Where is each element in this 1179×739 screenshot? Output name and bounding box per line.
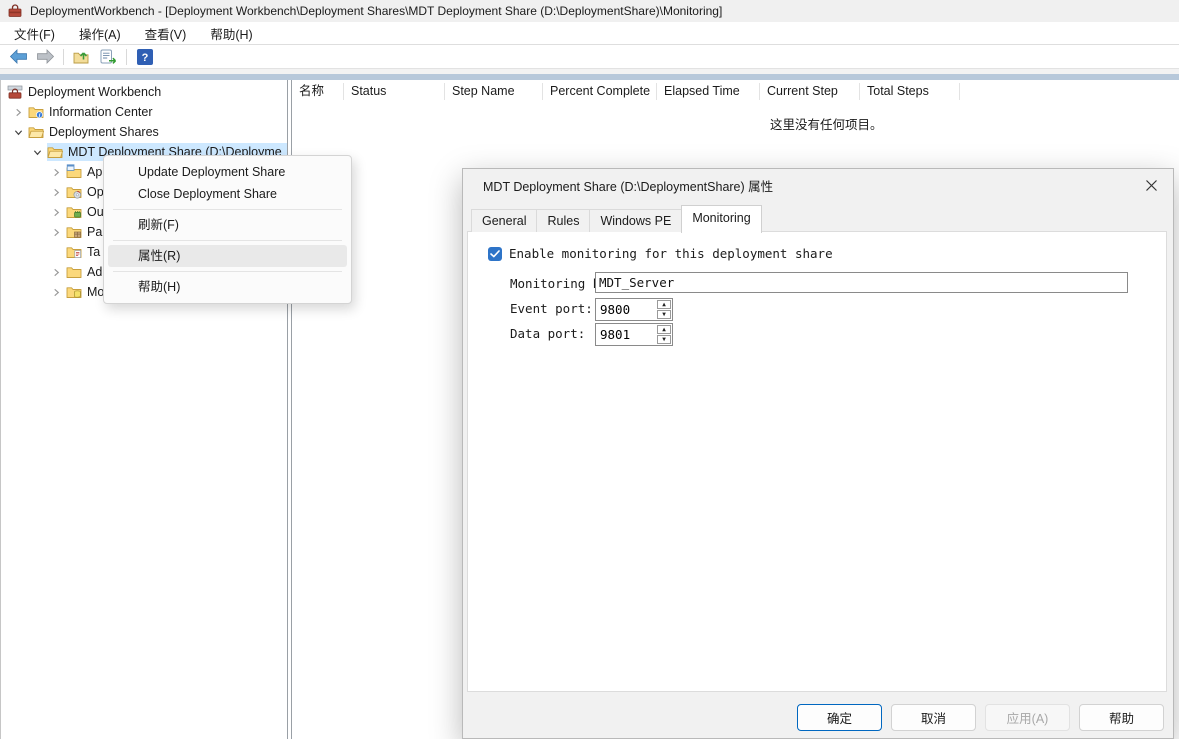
drivers-folder-icon <box>66 204 83 220</box>
menu-separator <box>113 240 342 241</box>
applications-folder-icon <box>66 164 83 180</box>
chevron-down-icon[interactable] <box>8 128 28 137</box>
column-header-current-step[interactable]: Current Step <box>760 83 860 100</box>
data-port-label: Data port: <box>510 326 585 341</box>
enable-monitoring-label: Enable monitoring for this deployment sh… <box>509 246 833 261</box>
workbench-icon <box>7 84 24 100</box>
properties-dialog: MDT Deployment Share (D:\DeploymentShare… <box>462 168 1174 739</box>
data-port-spinner: ▲ ▼ <box>595 323 673 346</box>
enable-monitoring-row: Enable monitoring for this deployment sh… <box>488 246 833 261</box>
dialog-close-icon[interactable] <box>1139 173 1163 197</box>
dialog-apply-button[interactable]: 应用(A) <box>985 704 1070 731</box>
tasks-folder-icon <box>66 244 83 260</box>
column-header-elapsed-time[interactable]: Elapsed Time <box>657 83 760 100</box>
chevron-right-icon[interactable] <box>46 288 66 297</box>
list-header: 名称StatusStep NamePercent CompleteElapsed… <box>292 80 1179 102</box>
event-port-input[interactable] <box>596 299 656 320</box>
chevron-down-icon[interactable] <box>27 148 47 157</box>
event-port-spinner: ▲ ▼ <box>595 298 673 321</box>
forward-icon[interactable] <box>32 49 59 64</box>
context-menu: Update Deployment ShareClose Deployment … <box>103 155 352 304</box>
monitoring-host-input[interactable] <box>595 272 1128 293</box>
column-header-step-name[interactable]: Step Name <box>445 83 543 100</box>
chevron-right-icon[interactable] <box>46 168 66 177</box>
window-title: DeploymentWorkbench - [Deployment Workbe… <box>30 4 722 18</box>
tree-item-label: Mo <box>87 285 104 299</box>
toolbar-separator <box>63 49 64 65</box>
tree-item-label: Deployment Shares <box>49 125 159 139</box>
packages-folder-icon <box>66 224 83 240</box>
tab-windows-pe[interactable]: Windows PE <box>589 209 682 232</box>
menu-separator <box>113 271 342 272</box>
context-menu-item-properties[interactable]: 属性(R) <box>108 245 347 267</box>
data-port-input[interactable] <box>596 324 656 345</box>
menu-item-help-menu[interactable]: 帮助(H) <box>198 22 264 44</box>
menu-separator <box>113 209 342 210</box>
data-port-up-icon[interactable]: ▲ <box>657 325 671 334</box>
tree-item-label: Ou <box>87 205 104 219</box>
tab-rules[interactable]: Rules <box>536 209 590 232</box>
chevron-right-icon[interactable] <box>46 208 66 217</box>
tree-item-label: Pa <box>87 225 102 239</box>
menu-item-action-menu[interactable]: 操作(A) <box>67 22 133 44</box>
monitoring-tab-content: Enable monitoring for this deployment sh… <box>467 231 1167 692</box>
context-menu-item-help[interactable]: 帮助(H) <box>108 276 347 298</box>
svg-text:?: ? <box>141 52 148 64</box>
tree-item-label: Information Center <box>49 105 153 119</box>
folder-icon <box>66 264 83 280</box>
empty-list-message: 这里没有任何项目。 <box>770 114 883 133</box>
column-header-status[interactable]: Status <box>344 83 445 100</box>
tree-item-label: Ad <box>87 265 102 279</box>
show-console-tree-icon[interactable] <box>68 49 95 65</box>
app-icon <box>7 3 23 19</box>
toolbar: ? <box>0 45 1179 68</box>
chevron-right-icon[interactable] <box>46 228 66 237</box>
deployment-workbench-window: DeploymentWorkbench - [Deployment Workbe… <box>0 0 1179 739</box>
dialog-button-row: 确定取消应用(A) 帮助 <box>797 704 1164 731</box>
enable-monitoring-checkbox[interactable] <box>488 247 502 261</box>
dialog-title: MDT Deployment Share (D:\DeploymentShare… <box>483 176 773 195</box>
menu-item-file-menu[interactable]: 文件(F) <box>2 22 67 44</box>
context-menu-item-refresh[interactable]: 刷新(F) <box>108 214 347 236</box>
context-menu-item-update-deployment-share[interactable]: Update Deployment Share <box>108 161 347 183</box>
back-icon[interactable] <box>5 49 32 64</box>
event-port-up-icon[interactable]: ▲ <box>657 300 671 309</box>
tree-item-information-center[interactable]: i Information Center <box>1 102 287 122</box>
column-header-name[interactable]: 名称 <box>292 83 344 100</box>
menu-item-view-menu[interactable]: 查看(V) <box>133 22 199 44</box>
dialog-cancel-button[interactable]: 取消 <box>891 704 976 731</box>
chevron-right-icon[interactable] <box>8 108 28 117</box>
menu-bar: 文件(F)操作(A)查看(V)帮助(H) <box>0 22 1179 45</box>
tab-general[interactable]: General <box>471 209 537 232</box>
data-port-down-icon[interactable]: ▼ <box>657 335 671 344</box>
open-folder-icon <box>47 144 64 160</box>
dialog-help-button[interactable]: 帮助 <box>1079 704 1164 731</box>
chevron-right-icon[interactable] <box>46 268 66 277</box>
tree-item-deployment-workbench[interactable]: Deployment Workbench <box>1 82 287 102</box>
tree-item-label: Ta <box>87 245 100 259</box>
tree-item-label: Deployment Workbench <box>28 85 161 99</box>
event-port-spin-buttons: ▲ ▼ <box>656 299 672 320</box>
dialog-ok-button[interactable]: 确定 <box>797 704 882 731</box>
tree-item-label: Ap <box>87 165 102 179</box>
column-header-total-steps[interactable]: Total Steps <box>860 83 960 100</box>
chevron-right-icon[interactable] <box>46 188 66 197</box>
open-folder-icon <box>28 124 45 140</box>
event-port-down-icon[interactable]: ▼ <box>657 310 671 319</box>
column-header-percent-complete[interactable]: Percent Complete <box>543 83 657 100</box>
info-folder-icon: i <box>28 104 45 120</box>
export-list-icon[interactable] <box>95 49 122 65</box>
dialog-tab-strip: GeneralRulesWindows PEMonitoring <box>471 205 761 232</box>
tab-monitoring[interactable]: Monitoring <box>681 205 761 233</box>
event-port-label: Event port: <box>510 301 593 316</box>
data-port-spin-buttons: ▲ ▼ <box>656 324 672 345</box>
help-icon[interactable]: ? <box>131 49 158 65</box>
os-folder-icon <box>66 184 83 200</box>
tree-item-deployment-shares[interactable]: Deployment Shares <box>1 122 287 142</box>
monitoring-folder-icon <box>66 284 83 300</box>
tree-item-label: Op <box>87 185 104 199</box>
toolbar-separator <box>126 49 127 65</box>
title-bar: DeploymentWorkbench - [Deployment Workbe… <box>0 0 1179 22</box>
context-menu-item-close-deployment-share[interactable]: Close Deployment Share <box>108 183 347 205</box>
